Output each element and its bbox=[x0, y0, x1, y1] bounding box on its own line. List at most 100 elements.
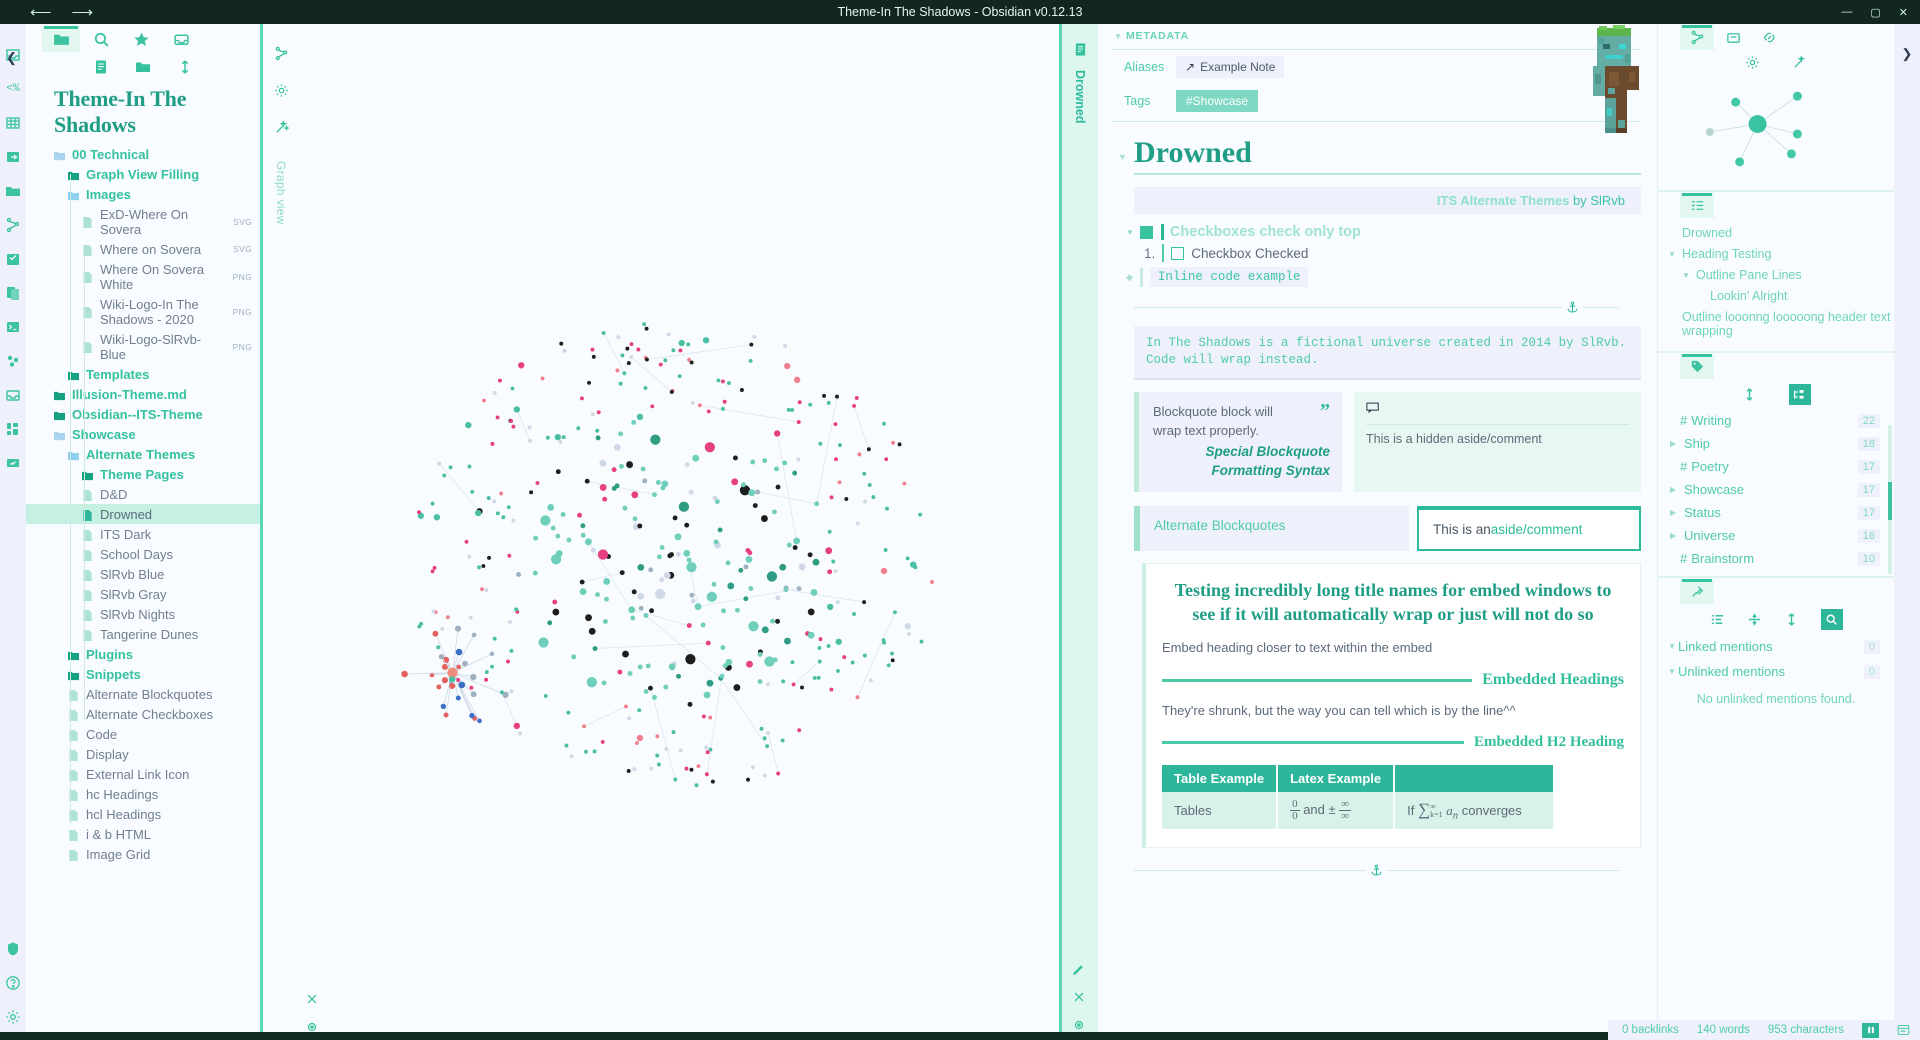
editor-tab-title[interactable]: Drowned bbox=[1073, 70, 1087, 123]
sort-icon[interactable] bbox=[177, 59, 193, 75]
gear-icon[interactable] bbox=[1745, 55, 1760, 70]
aside-comment-link[interactable]: aside/comment bbox=[1491, 522, 1583, 537]
tree-file[interactable]: School Days bbox=[26, 544, 260, 564]
pencil-icon[interactable] bbox=[1072, 962, 1086, 976]
archive-icon[interactable] bbox=[4, 386, 22, 404]
tree-file[interactable]: hc Headings bbox=[26, 784, 260, 804]
tree-folder[interactable]: Plugins bbox=[26, 644, 260, 664]
chevron-down-icon[interactable]: ▼ bbox=[1668, 247, 1677, 259]
molecule-icon[interactable] bbox=[4, 352, 22, 370]
outline-item[interactable]: ▼ Outline Pane Lines bbox=[1658, 264, 1894, 285]
wand-icon[interactable] bbox=[274, 120, 289, 135]
tree-file[interactable]: Alternate Checkboxes bbox=[26, 704, 260, 724]
chevron-down-icon[interactable]: ▼ bbox=[1118, 152, 1127, 162]
tree-file[interactable]: Display bbox=[26, 744, 260, 764]
tag-item[interactable]: # Poetry 17 bbox=[1658, 455, 1894, 478]
anchor-icon[interactable] bbox=[1370, 864, 1383, 877]
new-folder-icon[interactable] bbox=[135, 59, 151, 75]
dashboard-icon[interactable] bbox=[4, 420, 22, 438]
back-icon[interactable]: ⟵ bbox=[30, 5, 52, 20]
tree-file[interactable]: ExD-Where On Sovera SVG bbox=[26, 204, 260, 239]
tag-item[interactable]: ▶ Showcase 17 bbox=[1658, 478, 1894, 501]
graph-canvas[interactable] bbox=[299, 24, 1059, 1040]
search-backlinks-button[interactable] bbox=[1820, 609, 1843, 630]
tree-folder[interactable]: Images bbox=[26, 184, 260, 204]
tab-outline[interactable] bbox=[1680, 193, 1714, 218]
tab-search[interactable] bbox=[82, 26, 120, 52]
tree-folder[interactable]: Templates bbox=[26, 364, 260, 384]
tag-scrollbar[interactable] bbox=[1888, 425, 1892, 574]
table-icon[interactable] bbox=[4, 114, 22, 132]
sort-icon[interactable] bbox=[1742, 387, 1757, 402]
tree-file[interactable]: hcl Headings bbox=[26, 804, 260, 824]
tree-file[interactable]: SlRvb Nights bbox=[26, 604, 260, 624]
maximize-button[interactable]: ▢ bbox=[1870, 6, 1880, 19]
tag-item[interactable]: ▶ Status 17 bbox=[1658, 501, 1894, 524]
outline-item[interactable]: Drowned bbox=[1658, 222, 1894, 243]
wand-icon[interactable] bbox=[1792, 55, 1807, 70]
tree-file[interactable]: Drowned bbox=[26, 504, 260, 524]
sort-icon[interactable] bbox=[1784, 612, 1799, 627]
new-note-icon[interactable] bbox=[93, 59, 109, 75]
chevron-right-icon[interactable]: ▶ bbox=[1670, 531, 1680, 540]
tree-file[interactable]: SlRvb Gray bbox=[26, 584, 260, 604]
tree-file[interactable]: Wiki-Logo-In The Shadows - 2020 PNG bbox=[26, 294, 260, 329]
tree-file[interactable]: Alternate Blockquotes bbox=[26, 684, 260, 704]
chevron-right-icon[interactable]: ▶ bbox=[1670, 439, 1680, 448]
tab-links[interactable] bbox=[1752, 25, 1786, 50]
close-button[interactable]: ✕ bbox=[1899, 6, 1908, 19]
tag-item[interactable]: ▶ Universe 16 bbox=[1658, 524, 1894, 547]
tag-item[interactable]: ▶ Ship 18 bbox=[1658, 432, 1894, 455]
anchor-icon[interactable] bbox=[1566, 301, 1579, 314]
gear-icon[interactable] bbox=[274, 83, 289, 98]
collapse-sidebar-icon[interactable]: ❮ bbox=[6, 50, 17, 66]
tree-folder[interactable]: Showcase bbox=[26, 424, 260, 444]
unlinked-mentions-row[interactable]: ▼ Unlinked mentions 0 bbox=[1658, 659, 1894, 684]
folder-open-icon[interactable] bbox=[4, 182, 22, 200]
chevron-down-icon[interactable]: ▼ bbox=[1126, 228, 1134, 237]
target-icon[interactable] bbox=[1072, 1018, 1086, 1032]
tab-inbox[interactable] bbox=[162, 26, 200, 52]
chevron-down-icon[interactable]: ▼ bbox=[1682, 268, 1691, 280]
tree-file[interactable]: Wiki-Logo-SlRvb-Blue PNG bbox=[26, 329, 260, 364]
alias-chip[interactable]: ↗ Example Note bbox=[1176, 56, 1285, 78]
note-icon[interactable] bbox=[1073, 42, 1088, 57]
checkbox-filled-icon[interactable] bbox=[1139, 225, 1153, 239]
percent-code-icon[interactable]: <% bbox=[4, 80, 22, 98]
local-graph-canvas[interactable] bbox=[1658, 72, 1894, 190]
graph-icon[interactable] bbox=[4, 216, 22, 234]
export-icon[interactable] bbox=[4, 148, 22, 166]
send-icon[interactable] bbox=[4, 454, 22, 472]
help-icon[interactable] bbox=[4, 974, 22, 992]
tag-item[interactable]: # Brainstorm 10 bbox=[1658, 547, 1894, 570]
tag-chip[interactable]: #Showcase bbox=[1176, 90, 1259, 112]
tag-item[interactable]: # Writing 22 bbox=[1658, 409, 1894, 432]
tree-folder[interactable]: Snippets bbox=[26, 664, 260, 684]
outline-item[interactable]: ▼ Heading Testing bbox=[1658, 243, 1894, 264]
tree-file[interactable]: Where On Sovera White PNG bbox=[26, 259, 260, 294]
collapse-icon[interactable] bbox=[1747, 612, 1762, 627]
terminal-icon[interactable] bbox=[4, 318, 22, 336]
tree-file[interactable]: SlRvb Blue bbox=[26, 564, 260, 584]
tree-folder[interactable]: Alternate Themes bbox=[26, 444, 260, 464]
shield-icon[interactable] bbox=[4, 940, 22, 958]
calendar-icon[interactable] bbox=[4, 250, 22, 268]
outline-item[interactable]: Outline looonng looooong header text wra… bbox=[1658, 306, 1894, 341]
checkbox-empty-icon[interactable] bbox=[1171, 246, 1185, 260]
chevron-right-icon[interactable]: ▶ bbox=[1670, 485, 1680, 494]
expand-sidebar-icon[interactable]: ❯ bbox=[1902, 46, 1913, 62]
tree-folder[interactable]: 00 Technical bbox=[26, 144, 260, 164]
forward-icon[interactable]: ⟶ bbox=[72, 5, 94, 20]
chevron-right-icon[interactable]: ▶ bbox=[1670, 508, 1680, 517]
panel-icon[interactable] bbox=[1897, 1024, 1910, 1036]
tree-file[interactable]: Code bbox=[26, 724, 260, 744]
tab-archive[interactable] bbox=[1716, 25, 1750, 50]
pause-icon[interactable] bbox=[1862, 1022, 1879, 1038]
tree-view-toggle[interactable] bbox=[1788, 384, 1811, 405]
tree-folder[interactable]: Illusion-Theme.md bbox=[26, 384, 260, 404]
list-icon[interactable] bbox=[1710, 612, 1725, 627]
metadata-heading[interactable]: ▼ METADATA bbox=[1112, 24, 1641, 46]
close-icon[interactable] bbox=[1072, 990, 1086, 1004]
tree-file[interactable]: External Link Icon bbox=[26, 764, 260, 784]
copy-icon[interactable] bbox=[4, 284, 22, 302]
